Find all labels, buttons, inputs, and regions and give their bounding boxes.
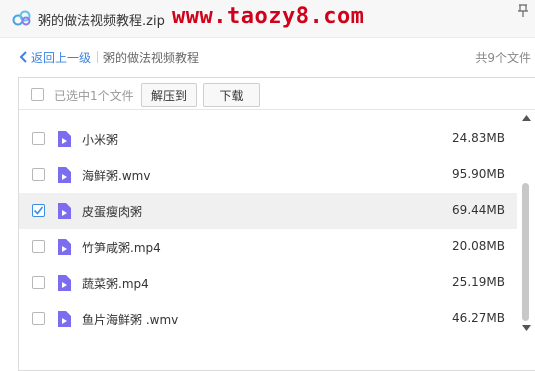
- list-item[interactable]: 海鲜粥.wmv 95.90MB: [19, 157, 517, 193]
- file-name: 蔬菜粥.mp4: [82, 277, 149, 291]
- pin-icon[interactable]: [516, 4, 530, 18]
- window-title: 粥的做法视频教程.zip: [38, 14, 165, 29]
- file-size: 20.08MB: [452, 239, 505, 253]
- row-checkbox[interactable]: [32, 132, 45, 145]
- scroll-up-arrow-icon[interactable]: [522, 115, 531, 121]
- video-file-icon: [58, 131, 71, 147]
- extract-to-button[interactable]: 解压到: [141, 83, 197, 107]
- chevron-left-icon: [19, 51, 27, 63]
- file-name: 小米粥: [82, 133, 119, 147]
- list-item-partial: [19, 111, 517, 121]
- file-size: 46.27MB: [452, 311, 505, 325]
- video-file-icon: [58, 239, 71, 255]
- file-name: 海鲜粥.wmv: [82, 169, 151, 183]
- video-file-icon: [58, 311, 71, 327]
- list-toolbar: 已选中1个文件 解压到 下载: [19, 78, 535, 110]
- back-button[interactable]: 返回上一级: [18, 49, 91, 65]
- title-bar: 粥的做法视频教程.zip www.taozy8.com: [0, 0, 535, 38]
- video-file-icon: [58, 203, 71, 219]
- row-checkbox[interactable]: [32, 168, 45, 181]
- breadcrumb: 返回上一级 粥的做法视频教程 共9个文件: [0, 39, 535, 75]
- video-file-icon: [58, 275, 71, 291]
- vertical-scrollbar[interactable]: [518, 111, 535, 370]
- file-name: 鱼片海鲜粥 .wmv: [82, 313, 179, 327]
- back-label: 返回上一级: [31, 50, 92, 65]
- file-size: 25.19MB: [452, 275, 505, 289]
- file-name: 竹笋咸粥.mp4: [82, 241, 161, 255]
- checkmark-icon: [33, 206, 44, 215]
- cloud-logo-icon: [12, 10, 31, 26]
- file-name: 皮蛋瘦肉粥: [82, 205, 143, 219]
- file-size: 24.83MB: [452, 131, 505, 145]
- file-size: 95.90MB: [452, 167, 505, 181]
- list-item[interactable]: 鱼片海鲜粥 .wmv 46.27MB: [19, 301, 517, 337]
- row-checkbox[interactable]: [32, 240, 45, 253]
- list-item-selected[interactable]: 皮蛋瘦肉粥 69.44MB: [19, 193, 517, 229]
- file-list: 小米粥 24.83MB 海鲜粥.wmv 95.90MB 皮蛋瘦肉粥 69.44M…: [19, 111, 517, 370]
- list-item[interactable]: 蔬菜粥.mp4 25.19MB: [19, 265, 517, 301]
- row-checkbox-checked[interactable]: [32, 204, 45, 217]
- list-item[interactable]: 小米粥 24.83MB: [19, 121, 517, 157]
- select-all-checkbox[interactable]: [31, 88, 44, 101]
- file-size: 69.44MB: [452, 203, 505, 217]
- watermark-text: www.taozy8.com: [172, 4, 365, 29]
- scrollbar-thumb[interactable]: [522, 183, 529, 321]
- breadcrumb-current-folder: 粥的做法视频教程: [103, 51, 200, 65]
- download-button[interactable]: 下载: [203, 83, 260, 107]
- video-file-icon: [58, 167, 71, 183]
- list-item[interactable]: 竹笋咸粥.mp4 20.08MB: [19, 229, 517, 265]
- row-checkbox[interactable]: [32, 312, 45, 325]
- file-list-panel: 已选中1个文件 解压到 下载 小米粥 24.83MB 海鲜粥.wmv 95.90…: [18, 77, 535, 371]
- file-count-label: 共9个文件: [475, 51, 531, 65]
- row-checkbox[interactable]: [32, 276, 45, 289]
- scroll-down-arrow-icon[interactable]: [522, 325, 531, 331]
- selection-count-label: 已选中1个文件: [54, 89, 134, 103]
- breadcrumb-divider: [97, 51, 98, 63]
